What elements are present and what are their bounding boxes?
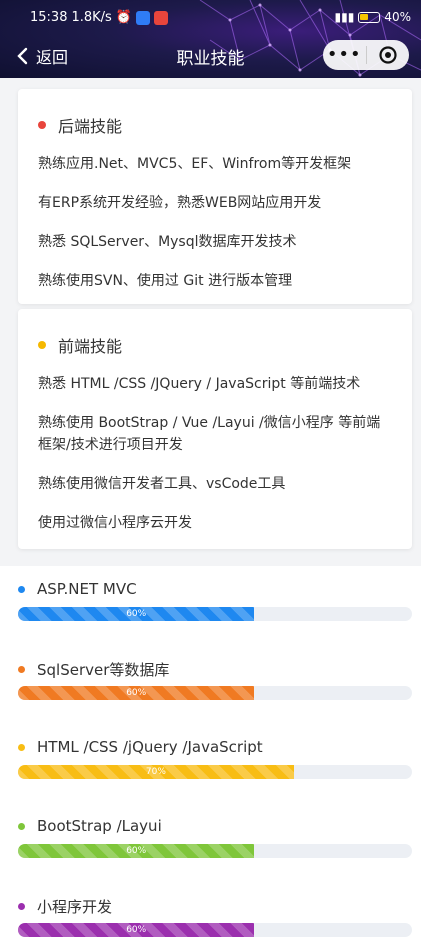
- bullet-dot-icon: [18, 903, 25, 910]
- skill-description: 有ERP系统开发经验，熟悉WEB网站应用开发: [38, 195, 322, 211]
- bullet-dot-icon: [38, 121, 46, 129]
- card-header: 前端技能: [38, 333, 392, 357]
- alarm-icon: ⏰: [115, 10, 133, 25]
- status-bar: 15:38 1.8K/s ⏰ ▮▮▮ 40%: [0, 0, 421, 36]
- bullet-dot-icon: [18, 666, 25, 673]
- progress-percent: 60%: [126, 609, 147, 619]
- skill-description: 熟练应用.Net、MVC5、EF、Winfrom等开发框架: [38, 156, 352, 172]
- skill-name: SqlServer等数据库: [37, 661, 170, 679]
- skill-progress-item: BootStrap /Layui 60%: [18, 817, 412, 858]
- battery-level: 40%: [384, 10, 411, 24]
- backend-skills-card: 后端技能 熟练应用.Net、MVC5、EF、Winfrom等开发框架 有ERP系…: [18, 89, 412, 304]
- skill-description: 熟悉 HTML /CSS /JQuery / JavaScript 等前端技术: [38, 376, 361, 392]
- progress-bar: 60%: [18, 844, 412, 858]
- progress-percent: 60%: [126, 925, 147, 935]
- skill-name: BootStrap /Layui: [37, 817, 162, 835]
- battery-icon: [358, 11, 381, 23]
- bullet-dot-icon: [18, 743, 25, 751]
- app-notification-icon: [136, 10, 151, 25]
- miniprogram-capsule: •••: [323, 40, 409, 70]
- more-menu-icon[interactable]: •••: [323, 40, 366, 70]
- progress-bar: 60%: [18, 923, 412, 937]
- skill-name: HTML /CSS /jQuery /JavaScript: [37, 738, 263, 756]
- status-network-speed: 1.8K/s: [71, 10, 112, 25]
- bullet-dot-icon: [38, 341, 46, 349]
- skill-name: 小程序开发: [37, 898, 113, 916]
- progress-bar: 70%: [18, 765, 412, 779]
- skill-description: 熟悉 SQLServer、Mysql数据库开发技术: [38, 234, 297, 250]
- skill-description: 熟练使用微信开发者工具、vsCode工具: [38, 476, 286, 492]
- app-notification-icon-2: [154, 10, 169, 25]
- progress-percent: 60%: [126, 688, 147, 698]
- progress-percent: 70%: [145, 767, 166, 777]
- skill-progress-list: ASP.NET MVC 60% SqlServer等数据库 60% HTML /…: [0, 566, 421, 943]
- card-header: 后端技能: [38, 113, 392, 137]
- close-target-icon[interactable]: [367, 45, 410, 65]
- progress-percent: 60%: [126, 846, 147, 856]
- progress-bar: 60%: [18, 686, 412, 700]
- card-title: 后端技能: [58, 117, 123, 136]
- top-bar: 15:38 1.8K/s ⏰ ▮▮▮ 40% 返回 职业技能 •••: [0, 0, 421, 78]
- signal-icon: ▮▮▮: [334, 10, 355, 24]
- frontend-skills-card: 前端技能 熟悉 HTML /CSS /JQuery / JavaScript 等…: [18, 309, 412, 549]
- skill-progress-item: 小程序开发 60%: [18, 896, 412, 937]
- skill-name: ASP.NET MVC: [37, 580, 137, 598]
- progress-bar: 60%: [18, 607, 412, 621]
- skill-progress-item: SqlServer等数据库 60%: [18, 659, 412, 700]
- skill-description: 熟练使用SVN、使用过 Git 进行版本管理: [38, 273, 293, 289]
- skill-description: 使用过微信小程序云开发: [38, 515, 192, 531]
- bullet-dot-icon: [18, 585, 25, 593]
- skill-progress-item: HTML /CSS /jQuery /JavaScript 70%: [18, 738, 412, 779]
- bullet-dot-icon: [18, 822, 25, 830]
- skill-progress-item: ASP.NET MVC 60%: [18, 580, 412, 621]
- status-time: 15:38: [30, 10, 68, 25]
- nav-bar: 返回 职业技能 •••: [0, 36, 421, 76]
- skill-description: 熟练使用 BootStrap / Vue /Layui /微信小程序 等前端框架…: [38, 415, 381, 453]
- card-title: 前端技能: [58, 337, 123, 356]
